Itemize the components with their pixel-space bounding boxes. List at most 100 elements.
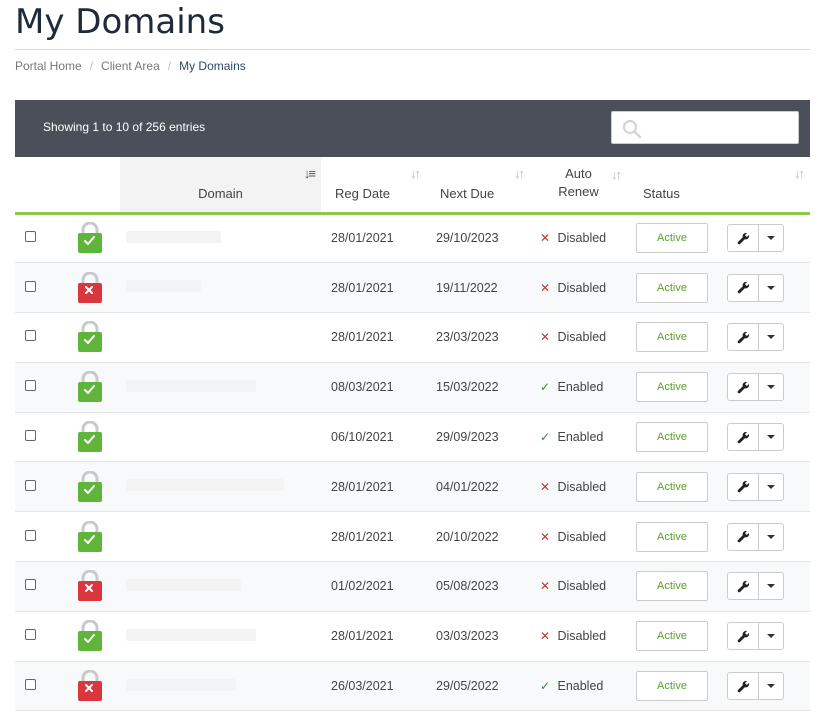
manage-button[interactable] — [728, 324, 759, 351]
domain-cell[interactable] — [120, 262, 321, 314]
auto-renew-cell: ✕ Disabled — [530, 213, 627, 264]
sort-icon: ↓↑ — [794, 166, 805, 181]
actions-cell — [717, 213, 810, 264]
manage-button[interactable] — [728, 374, 759, 401]
status-badge[interactable]: Active — [636, 322, 708, 353]
header-auto-renew[interactable]: Auto Renew ↓↑ — [530, 157, 627, 215]
row-checkbox[interactable] — [25, 479, 36, 491]
actions-dropdown-button[interactable] — [759, 275, 783, 301]
domain-cell[interactable] — [120, 213, 321, 264]
cross-icon: ✕ — [540, 579, 551, 594]
auto-renew-value: Enabled — [557, 430, 604, 445]
domain-cell[interactable] — [120, 461, 321, 513]
title-divider — [15, 49, 810, 50]
status-badge[interactable]: Active — [636, 621, 708, 652]
manage-button[interactable] — [728, 473, 759, 500]
breadcrumb-client-area[interactable]: Client Area — [101, 59, 160, 73]
wrench-icon — [737, 630, 749, 643]
breadcrumb: Portal Home / Client Area / My Domains — [15, 59, 246, 73]
lock-icon — [60, 312, 120, 363]
manage-button[interactable] — [728, 573, 759, 600]
cross-icon: ✕ — [540, 529, 551, 544]
status-badge[interactable]: Active — [636, 471, 708, 502]
row-checkbox[interactable] — [25, 679, 36, 691]
row-actions-button-group — [727, 224, 784, 253]
header-reg-date[interactable]: Reg Date ↓↑ — [321, 157, 426, 215]
domains-table: Domain ↓≡ Reg Date ↓↑ Next Due ↓↑ Auto R… — [15, 157, 810, 712]
row-checkbox[interactable] — [25, 629, 36, 641]
actions-dropdown-button[interactable] — [759, 673, 783, 699]
row-checkbox[interactable] — [25, 430, 36, 442]
caret-down-icon — [767, 634, 775, 639]
wrench-icon — [737, 680, 749, 692]
header-status[interactable]: Status — [627, 157, 717, 215]
header-actions[interactable]: ↓↑ — [717, 157, 810, 215]
auto-renew-value: Enabled — [557, 380, 604, 395]
manage-button[interactable] — [728, 673, 759, 700]
actions-dropdown-button[interactable] — [759, 324, 783, 350]
domain-cell[interactable] — [120, 661, 321, 712]
domain-cell[interactable] — [120, 561, 321, 612]
status-badge[interactable]: Active — [636, 422, 708, 453]
domain-cell[interactable] — [120, 611, 321, 662]
status-badge[interactable]: Active — [636, 223, 708, 254]
row-checkbox[interactable] — [25, 579, 36, 591]
status-cell: Active — [627, 461, 717, 513]
breadcrumb-portal-home[interactable]: Portal Home — [15, 59, 82, 73]
status-badge[interactable]: Active — [636, 571, 708, 602]
row-checkbox[interactable] — [25, 231, 36, 243]
domain-cell[interactable] — [120, 511, 321, 563]
wrench-icon — [737, 431, 749, 443]
search-input[interactable] — [646, 112, 796, 143]
status-badge[interactable]: Active — [636, 272, 708, 303]
lock-icon — [60, 611, 120, 662]
actions-dropdown-button[interactable] — [759, 524, 783, 550]
actions-dropdown-button[interactable] — [759, 623, 783, 649]
header-next-due[interactable]: Next Due ↓↑ — [426, 157, 530, 215]
manage-button[interactable] — [728, 225, 759, 252]
manage-button[interactable] — [728, 623, 759, 650]
domain-name-redacted — [126, 379, 256, 392]
cross-icon: ✕ — [540, 479, 551, 494]
table-body: 28/01/2021 29/10/2023 ✕ Disabled Active — [15, 213, 810, 712]
table-row: 28/01/2021 29/10/2023 ✕ Disabled Active — [15, 213, 810, 264]
status-badge[interactable]: Active — [636, 521, 708, 552]
header-domain[interactable]: Domain ↓≡ — [120, 157, 321, 215]
actions-dropdown-button[interactable] — [759, 225, 783, 251]
domain-cell[interactable] — [120, 362, 321, 413]
actions-cell — [717, 262, 810, 314]
reg-date-cell: 01/02/2021 — [321, 561, 426, 612]
actions-cell — [717, 312, 810, 363]
row-actions-button-group — [727, 672, 784, 701]
next-due-cell: 19/11/2022 — [426, 262, 530, 314]
cross-icon: ✕ — [540, 280, 551, 295]
domain-cell[interactable] — [120, 312, 321, 363]
domain-cell[interactable] — [120, 412, 321, 463]
header-domain-label: Domain — [198, 185, 243, 201]
header-status-label: Status — [643, 185, 680, 201]
manage-button[interactable] — [728, 523, 759, 550]
actions-dropdown-button[interactable] — [759, 573, 783, 599]
actions-dropdown-button[interactable] — [759, 424, 783, 450]
row-checkbox[interactable] — [25, 330, 36, 342]
search-box[interactable] — [611, 111, 799, 144]
actions-cell — [717, 511, 810, 563]
domain-name-redacted — [126, 479, 284, 492]
row-checkbox[interactable] — [25, 280, 36, 292]
row-checkbox[interactable] — [25, 380, 36, 392]
actions-dropdown-button[interactable] — [759, 474, 783, 500]
unlock-icon — [60, 262, 120, 314]
row-checkbox-cell — [15, 561, 60, 612]
check-icon: ✓ — [540, 679, 551, 694]
status-badge[interactable]: Active — [636, 372, 708, 403]
header-lock — [60, 157, 120, 215]
status-badge[interactable]: Active — [636, 671, 708, 702]
manage-button[interactable] — [728, 274, 759, 301]
row-checkbox[interactable] — [25, 529, 36, 541]
entries-info: Showing 1 to 10 of 256 entries — [43, 120, 206, 134]
lock-icon — [60, 461, 120, 513]
next-due-cell: 29/10/2023 — [426, 213, 530, 264]
auto-renew-cell: ✓ Enabled — [530, 362, 627, 413]
actions-dropdown-button[interactable] — [759, 374, 783, 400]
manage-button[interactable] — [728, 424, 759, 451]
